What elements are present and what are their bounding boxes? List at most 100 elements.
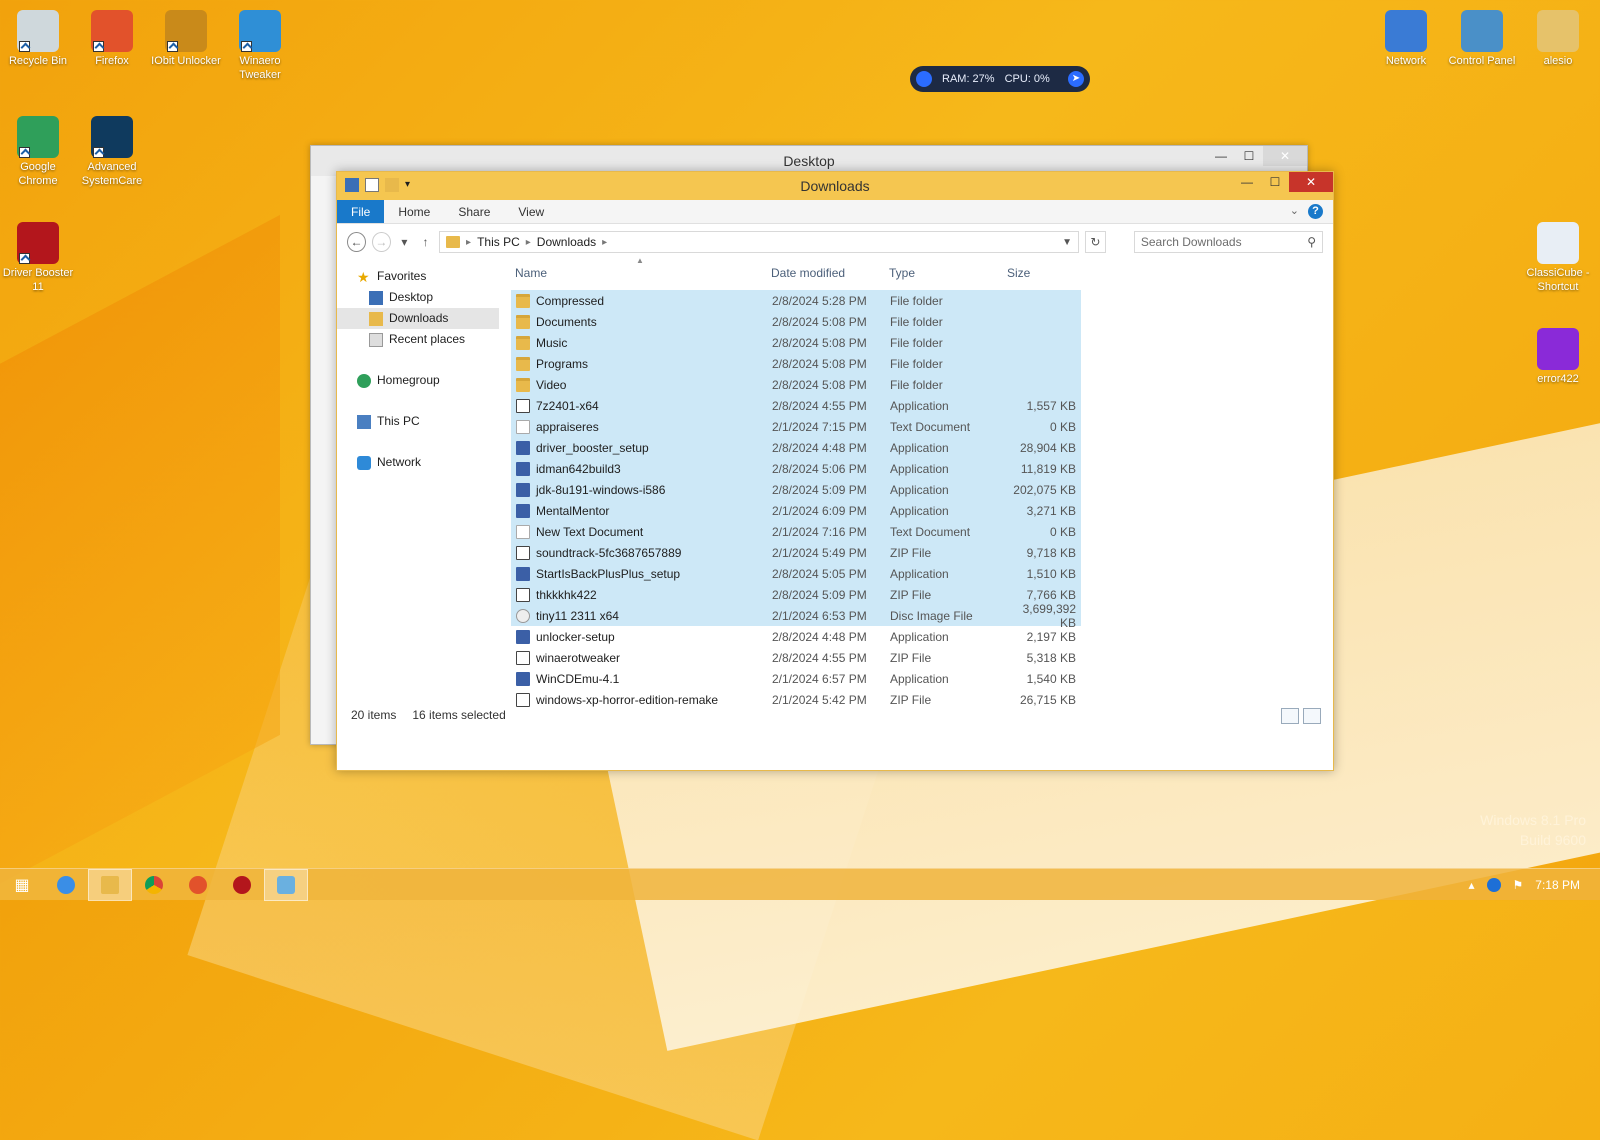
file-name-cell: Music [512, 336, 768, 350]
file-type: Application [886, 462, 1004, 476]
tab-share[interactable]: Share [444, 200, 504, 223]
desktop-icon-driver-booster-11[interactable]: Driver Booster 11 [0, 218, 76, 294]
desktop-icon-advanced-systemcare[interactable]: Advanced SystemCare [74, 112, 150, 188]
nav-this-pc[interactable]: This PC [337, 411, 499, 432]
desktop-icon-classicube-shortcut[interactable]: ClassiCube - Shortcut [1520, 218, 1596, 294]
desktop-icon-google-chrome[interactable]: Google Chrome [0, 112, 76, 188]
breadcrumb-separator-icon[interactable]: ▸ [526, 237, 531, 248]
nav-label: Downloads [389, 311, 448, 325]
taskbar-file-explorer[interactable] [88, 869, 132, 901]
column-header-type[interactable]: Type [885, 266, 1003, 280]
nav-downloads[interactable]: Downloads [337, 308, 499, 329]
taskbar-driver-booster[interactable] [220, 869, 264, 901]
view-buttons [1281, 708, 1321, 724]
file-row[interactable]: tiny11 2311 x642/1/2024 6:53 PMDisc Imag… [511, 605, 1081, 626]
desktop-icon-winaero-tweaker[interactable]: Winaero Tweaker [222, 6, 298, 82]
desktop-icon-network[interactable]: Network [1368, 6, 1444, 68]
search-input[interactable]: Search Downloads ⚲ [1134, 231, 1323, 253]
up-button[interactable]: ↑ [418, 235, 433, 249]
breadcrumb-downloads[interactable]: Downloads [537, 235, 596, 249]
file-name-cell: soundtrack-5fc3687657889 [512, 546, 768, 560]
file-row[interactable]: appraiseres2/1/2024 7:15 PMText Document… [511, 416, 1081, 437]
details-view-icon[interactable] [1281, 708, 1299, 724]
file-row[interactable]: jdk-8u191-windows-i5862/8/2024 5:09 PMAp… [511, 479, 1081, 500]
titlebar[interactable]: ▾ Downloads — ☐ ✕ [337, 172, 1333, 200]
minimize-button[interactable]: — [1233, 172, 1261, 192]
nav-label: Recent places [389, 332, 465, 346]
address-bar[interactable]: ▸ This PC ▸ Downloads ▸ ▼ [439, 231, 1079, 253]
nav-network[interactable]: Network [337, 452, 499, 473]
nav-homegroup[interactable]: Homegroup [337, 370, 499, 391]
desktop-icon-firefox[interactable]: Firefox [74, 6, 150, 68]
minimize-button[interactable]: — [1207, 146, 1235, 166]
breadcrumb-separator-icon[interactable]: ▸ [466, 237, 471, 248]
tab-home[interactable]: Home [384, 200, 444, 223]
column-header-date[interactable]: Date modified [767, 266, 885, 280]
desktop-icon-alesio[interactable]: alesio [1520, 6, 1596, 68]
search-icon[interactable]: ⚲ [1307, 235, 1316, 249]
desktop-icon-control-panel[interactable]: Control Panel [1444, 6, 1520, 68]
chevron-up-icon[interactable]: ▴ [1469, 878, 1475, 892]
file-row[interactable]: soundtrack-5fc36876578892/1/2024 5:49 PM… [511, 542, 1081, 563]
forward-button[interactable]: → [372, 232, 391, 252]
nav-recent-places[interactable]: Recent places [337, 329, 499, 350]
desktop-icon-label: ClassiCube - Shortcut [1520, 266, 1596, 294]
resource-monitor-widget[interactable]: RAM: 27% CPU: 0% ➤ [910, 66, 1090, 92]
file-row[interactable]: idman642build32/8/2024 5:06 PMApplicatio… [511, 458, 1081, 479]
file-row[interactable]: Compressed2/8/2024 5:28 PMFile folder [511, 290, 1081, 311]
tab-file[interactable]: File [337, 200, 384, 223]
flag-icon[interactable]: ⚑ [1513, 878, 1524, 892]
file-row[interactable]: MentalMentor2/1/2024 6:09 PMApplication3… [511, 500, 1081, 521]
desktop-icon-error422[interactable]: error422 [1520, 324, 1596, 386]
tab-view[interactable]: View [504, 200, 558, 223]
nav-favorites[interactable]: ★ Favorites [337, 266, 499, 287]
breadcrumb-this-pc[interactable]: This PC [477, 235, 520, 249]
tray-app-icon[interactable] [1487, 878, 1501, 892]
file-row[interactable]: 7z2401-x642/8/2024 4:55 PMApplication1,5… [511, 395, 1081, 416]
file-row[interactable]: StartIsBackPlusPlus_setup2/8/2024 5:05 P… [511, 563, 1081, 584]
taskbar-classicube[interactable] [264, 869, 308, 901]
taskbar-firefox[interactable] [176, 869, 220, 901]
file-row[interactable]: winaerotweaker2/8/2024 4:55 PMZIP File5,… [511, 647, 1081, 668]
start-button[interactable]: ▦ [0, 869, 44, 901]
desktop-icon-recycle-bin[interactable]: Recycle Bin [0, 6, 76, 68]
file-type: File folder [886, 336, 1004, 350]
file-row[interactable]: Programs2/8/2024 5:08 PMFile folder [511, 353, 1081, 374]
file-row[interactable]: driver_booster_setup2/8/2024 4:48 PMAppl… [511, 437, 1081, 458]
maximize-button[interactable]: ☐ [1261, 172, 1289, 192]
close-button[interactable]: ✕ [1289, 172, 1333, 192]
desktop-icon [369, 291, 383, 305]
column-header-size[interactable]: Size [1003, 266, 1079, 280]
back-button[interactable]: ← [347, 232, 366, 252]
app-icon [516, 483, 530, 497]
file-row[interactable]: Documents2/8/2024 5:08 PMFile folder [511, 311, 1081, 332]
file-row[interactable]: New Text Document2/1/2024 7:16 PMText Do… [511, 521, 1081, 542]
maximize-button[interactable]: ☐ [1235, 146, 1263, 166]
nav-desktop[interactable]: Desktop [337, 287, 499, 308]
taskbar-ie[interactable] [44, 869, 88, 901]
search-placeholder: Search Downloads [1141, 235, 1242, 249]
file-name-cell: Programs [512, 357, 768, 371]
arrow-right-icon[interactable]: ➤ [1068, 71, 1084, 87]
large-icons-view-icon[interactable] [1303, 708, 1321, 724]
windows-logo-icon: ▦ [14, 875, 29, 895]
taskbar-chrome[interactable] [132, 869, 176, 901]
refresh-button[interactable]: ↻ [1085, 231, 1106, 253]
file-row[interactable]: thkkkhk4222/8/2024 5:09 PMZIP File7,766 … [511, 584, 1081, 605]
column-header-name[interactable]: Name [511, 266, 767, 280]
file-date: 2/8/2024 5:09 PM [768, 588, 886, 602]
recent-locations-button[interactable]: ▾ [397, 235, 412, 249]
close-button[interactable]: ✕ [1263, 146, 1307, 166]
help-icon[interactable]: ? [1308, 204, 1323, 219]
file-row[interactable]: Music2/8/2024 5:08 PMFile folder [511, 332, 1081, 353]
file-row[interactable]: Video2/8/2024 5:08 PMFile folder [511, 374, 1081, 395]
clock[interactable]: 7:18 PM [1535, 878, 1580, 892]
chevron-down-icon[interactable]: ⌄ [1290, 204, 1299, 217]
breadcrumb-separator-icon[interactable]: ▸ [602, 237, 607, 248]
chevron-down-icon[interactable]: ▼ [1062, 237, 1072, 248]
file-row[interactable]: WinCDEmu-4.12/1/2024 6:57 PMApplication1… [511, 668, 1081, 689]
file-row[interactable]: unlocker-setup2/8/2024 4:48 PMApplicatio… [511, 626, 1081, 647]
downloads-explorer-window[interactable]: ▾ Downloads — ☐ ✕ File Home Share View ⌄… [336, 171, 1334, 771]
desktop-icon-iobit-unlocker[interactable]: IObit Unlocker [148, 6, 224, 68]
file-name-cell: tiny11 2311 x64 [512, 609, 768, 623]
